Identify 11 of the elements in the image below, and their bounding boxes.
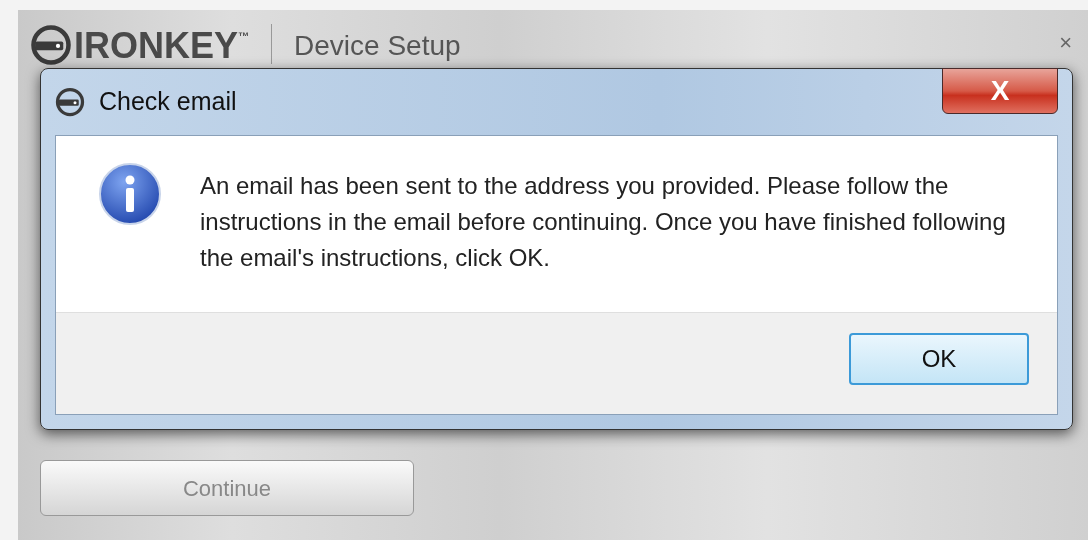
close-icon[interactable]: × bbox=[1059, 32, 1072, 54]
window-title: Device Setup bbox=[294, 32, 461, 60]
key-logo-icon bbox=[55, 87, 85, 117]
close-button[interactable]: X bbox=[942, 68, 1058, 114]
key-logo-icon bbox=[30, 24, 72, 66]
trademark: ™ bbox=[238, 29, 250, 42]
dialog-message: An email has been sent to the address you provided. Please follow the instructions in the email before continuing. Once you have finished following the email's instructions, click OK. bbox=[200, 171, 1007, 273]
dialog-title: Check email bbox=[99, 86, 237, 118]
ok-button[interactable]: OK bbox=[849, 333, 1029, 385]
logo-text: IRONKEY bbox=[74, 28, 239, 64]
info-icon bbox=[98, 162, 162, 226]
